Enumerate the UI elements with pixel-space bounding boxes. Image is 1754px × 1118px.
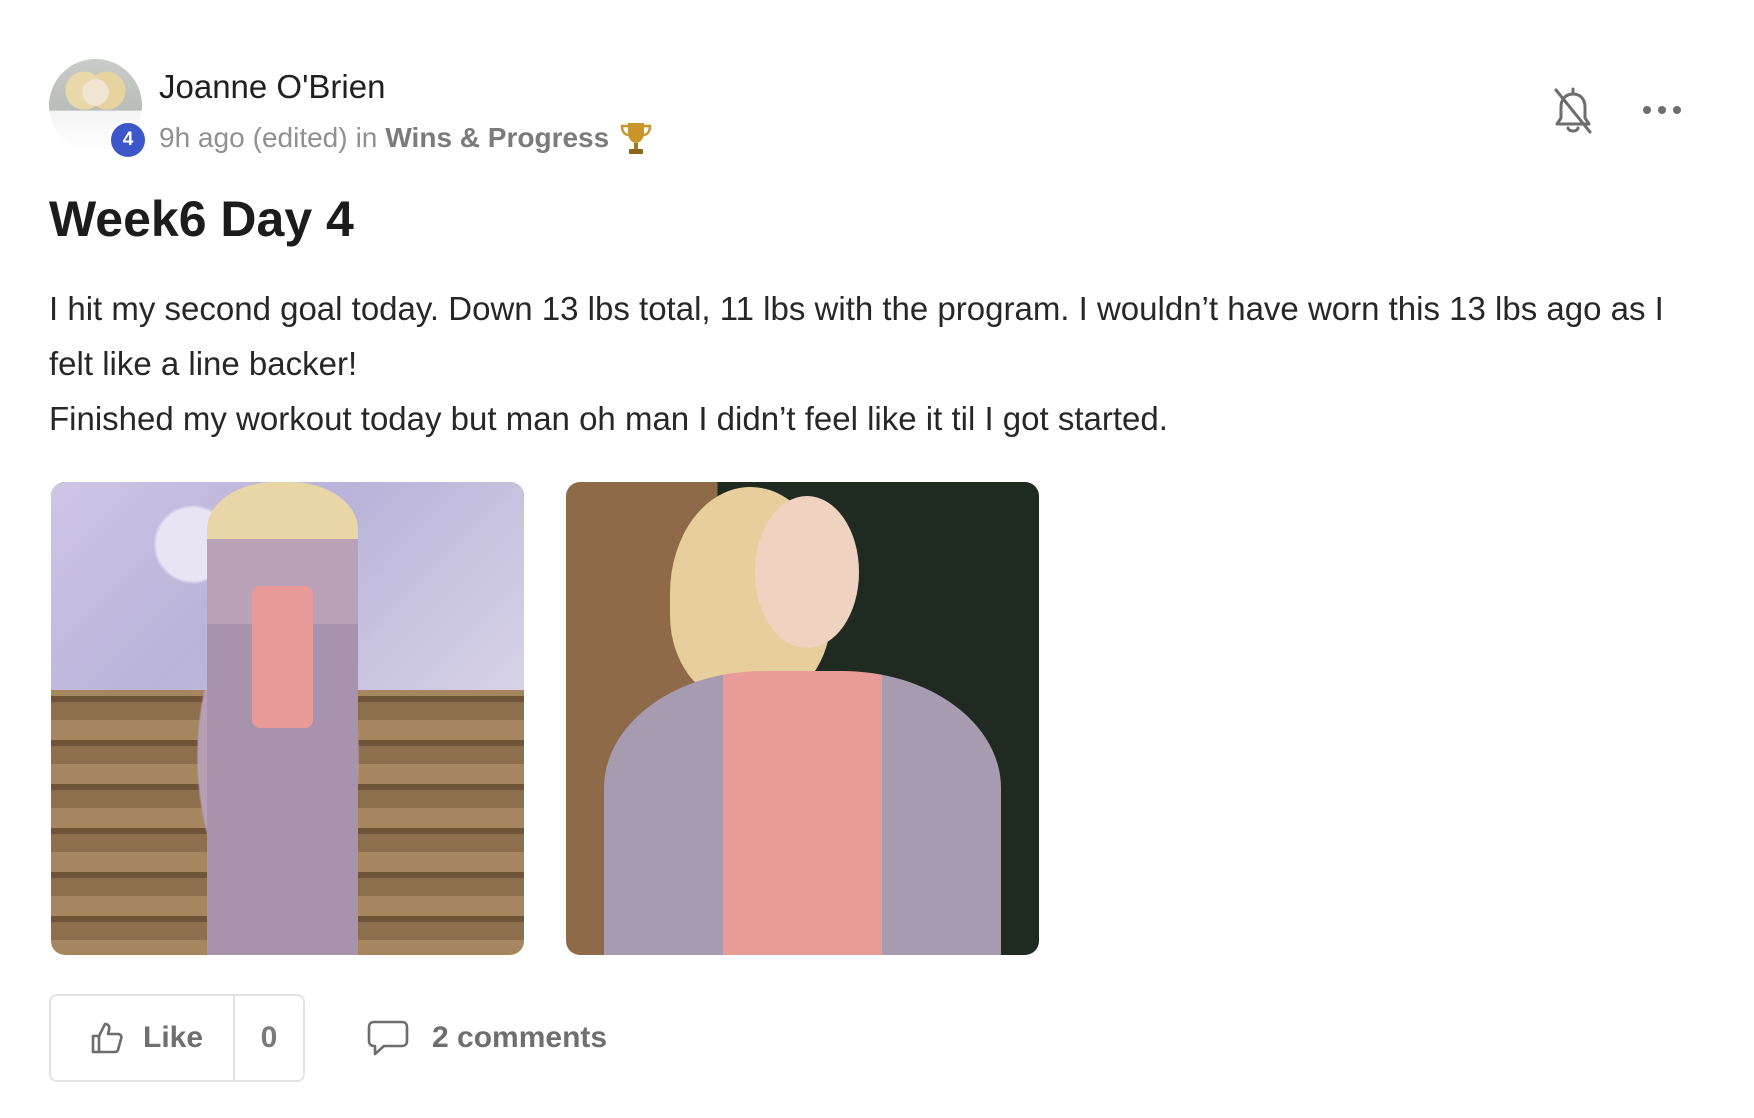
post-image-1[interactable] bbox=[51, 482, 524, 955]
author-avatar-wrap[interactable]: 4 bbox=[49, 59, 148, 160]
chat-bubble-icon bbox=[367, 1020, 409, 1056]
post-body-paragraph: Finished my workout today but man oh man… bbox=[49, 400, 1168, 437]
in-label: in bbox=[355, 122, 378, 153]
thumbs-up-icon bbox=[91, 1022, 123, 1054]
post-card: 4 Joanne O'Brien 9h ago (edited) in Wins… bbox=[0, 0, 1754, 1118]
person-face bbox=[755, 496, 860, 648]
level-badge: 4 bbox=[108, 120, 148, 160]
like-label: Like bbox=[143, 1021, 204, 1054]
category-link[interactable]: Wins & Progress bbox=[385, 122, 609, 154]
like-count[interactable]: 0 bbox=[235, 1021, 303, 1055]
comments-label: 2 comments bbox=[432, 1021, 608, 1054]
person-figure bbox=[207, 482, 359, 955]
post-title[interactable]: Week6 Day 4 bbox=[49, 190, 354, 248]
comments-button[interactable]: 2 comments bbox=[366, 1014, 607, 1062]
bell-off-icon[interactable] bbox=[1550, 86, 1596, 138]
post-meta: 9h ago (edited) in Wins & Progress bbox=[159, 120, 653, 156]
like-group: Like 0 bbox=[49, 994, 305, 1082]
post-body: I hit my second goal today. Down 13 lbs … bbox=[49, 281, 1709, 446]
author-name[interactable]: Joanne O'Brien bbox=[159, 68, 385, 106]
more-horizontal-icon[interactable] bbox=[1640, 98, 1684, 122]
edited-label: (edited) bbox=[252, 122, 348, 153]
trophy-icon bbox=[620, 123, 652, 154]
post-image-2[interactable] bbox=[566, 482, 1039, 955]
post-body-paragraph: I hit my second goal today. Down 13 lbs … bbox=[49, 290, 1664, 382]
person-torso bbox=[603, 671, 1002, 955]
post-time[interactable]: 9h ago bbox=[159, 122, 245, 154]
like-button[interactable]: Like bbox=[51, 996, 235, 1080]
